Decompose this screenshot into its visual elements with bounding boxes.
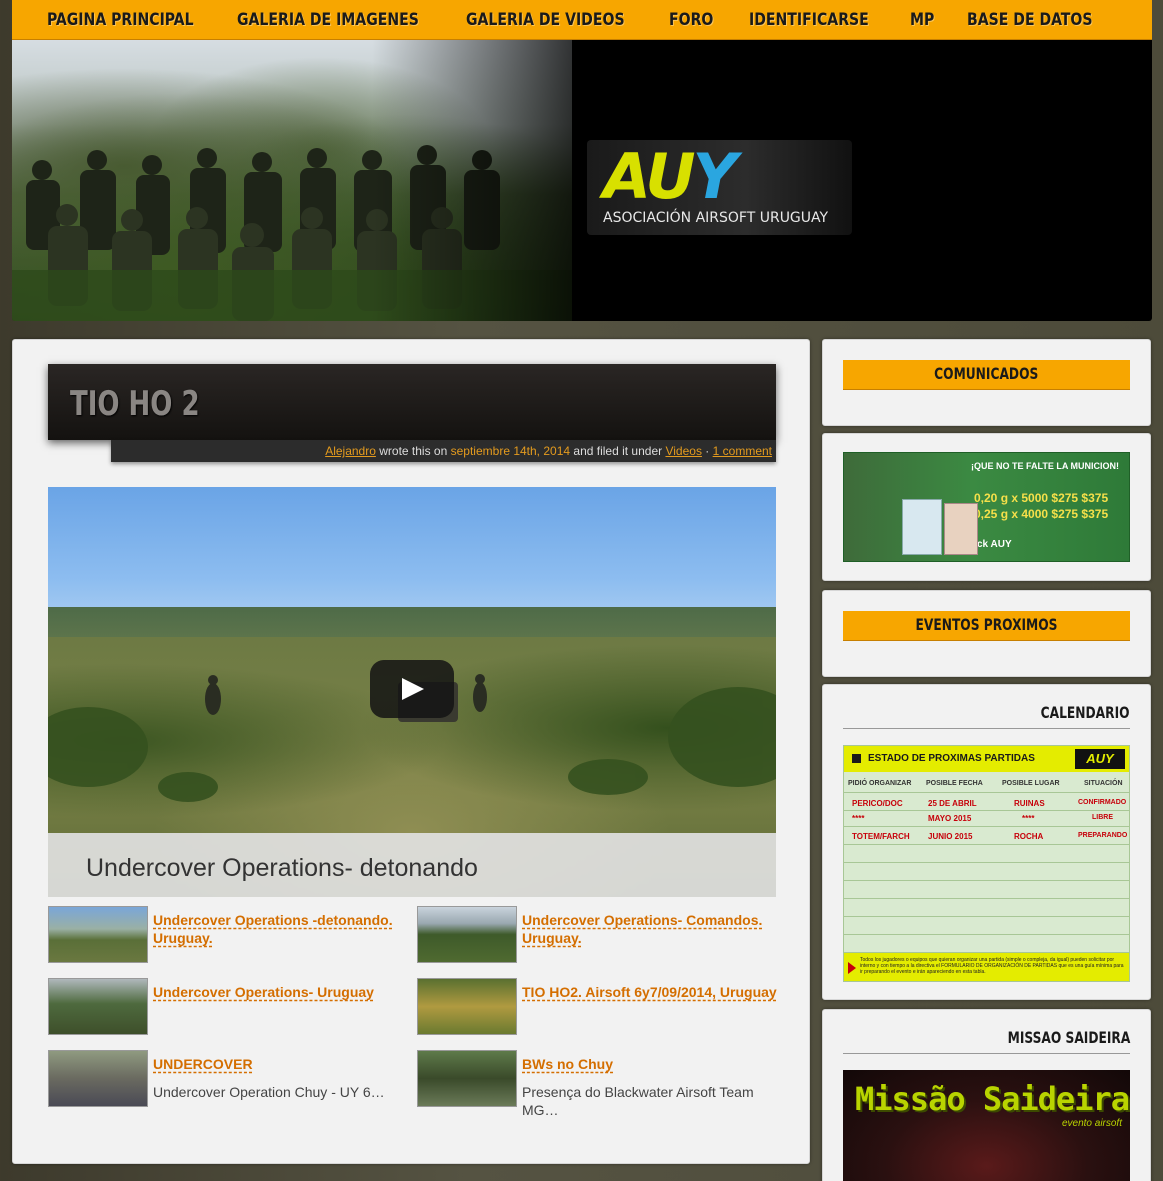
top-nav: PAGINA PRINCIPAL GALERIA DE IMAGENES GAL… (12, 0, 1152, 40)
widget-title-text: CALENDARIO (1041, 703, 1130, 722)
related-title[interactable]: UNDERCOVER (153, 1055, 408, 1073)
widget-title-text: MISSAO SAIDEIRA (1007, 1028, 1130, 1047)
related-video[interactable]: UNDERCOVER Undercover Operation Chuy - U… (48, 1050, 408, 1110)
related-title[interactable]: BWs no Chuy (522, 1055, 777, 1073)
widget-title: CALENDARIO (843, 699, 1130, 729)
related-thumbnail[interactable] (417, 906, 517, 963)
widget-title-text: EVENTOS PROXIMOS (915, 615, 1058, 634)
table-rule (844, 844, 1129, 845)
nav-base-de-datos[interactable]: BASE DE DATOS (967, 10, 1093, 30)
table-rule (844, 934, 1129, 935)
missao-title: Missão Saideira (855, 1080, 1130, 1118)
meta-filed-text: and filed it under (573, 444, 663, 458)
logo-au: AU (603, 140, 696, 213)
table-rule (844, 862, 1129, 863)
nav-pagina-principal[interactable]: PAGINA PRINCIPAL (47, 10, 194, 30)
related-thumbnail[interactable] (417, 978, 517, 1035)
nav-foro[interactable]: FORO (669, 10, 713, 30)
meta-separator: · (705, 444, 710, 458)
widget-comunicados: COMUNICADOS (822, 339, 1151, 426)
ad-headline: ¡QUE NO TE FALTE LA MUNICION! (971, 461, 1119, 471)
missao-subtitle: evento airsoft (1061, 1118, 1122, 1129)
calendar-cell: CONFIRMADO (1078, 799, 1127, 806)
table-rule (844, 792, 1129, 793)
play-icon[interactable] (370, 660, 454, 718)
widget-eventos: EVENTOS PROXIMOS (822, 590, 1151, 677)
auy-badge: AUY (1075, 749, 1125, 769)
ammo-bag-icon (902, 499, 942, 555)
post-title-box: TIO HO 2 (48, 364, 776, 440)
calendar-column-header: SITUACIÓN (1084, 780, 1123, 787)
related-title[interactable]: Undercover Operations -detonando. Urugua… (153, 911, 408, 947)
table-rule (844, 826, 1129, 827)
video-player[interactable]: Undercover Operations- detonando (48, 487, 776, 897)
related-thumbnail[interactable] (417, 1050, 517, 1107)
post-panel: TIO HO 2 Alejandro wrote this on septiem… (12, 339, 810, 1164)
related-video[interactable]: TIO HO2. Airsoft 6y7/09/2014, Uruguay (417, 978, 777, 1038)
table-rule (844, 898, 1129, 899)
widget-title: EVENTOS PROXIMOS (843, 611, 1130, 641)
widget-title: COMUNICADOS (843, 360, 1130, 390)
nav-mp[interactable]: MP (910, 10, 934, 30)
table-rule (844, 880, 1129, 881)
related-description: Presença do Blackwater Airsoft Team MG… (522, 1084, 754, 1118)
related-video[interactable]: Undercover Operations- Uruguay (48, 978, 408, 1038)
related-thumbnail[interactable] (48, 906, 148, 963)
ad-price-line: 0,20 g x 5000 $275 $375 (974, 491, 1109, 505)
post-meta: Alejandro wrote this on septiembre 14th,… (111, 440, 776, 462)
related-video[interactable]: BWs no Chuy Presença do Blackwater Airso… (417, 1050, 777, 1118)
header-banner: AUY ASOCIACIÓN AIRSOFT URUGUAY (12, 40, 1152, 321)
table-rule (844, 916, 1129, 917)
widget-title: MISSAO SAIDEIRA (843, 1024, 1130, 1054)
calendar-cell: ROCHA (1014, 832, 1044, 841)
nav-identificarse[interactable]: IDENTIFICARSE (749, 10, 869, 30)
missao-saideira-banner[interactable]: Missão Saideira evento airsoft (843, 1070, 1130, 1181)
calendar-column-header: PIDIÓ ORGANIZAR (848, 780, 912, 787)
category-link[interactable]: Videos (665, 444, 701, 458)
nav-galeria-videos[interactable]: GALERIA DE VIDEOS (466, 10, 625, 30)
related-title[interactable]: TIO HO2. Airsoft 6y7/09/2014, Uruguay (522, 983, 777, 1001)
calendar-cell: **** (1022, 814, 1035, 823)
related-video[interactable]: Undercover Operations- Comandos. Uruguay… (417, 906, 777, 966)
calendar-cell: RUINAS (1014, 799, 1045, 808)
logo-wordmark: AUY (603, 144, 737, 210)
calendar-footer: Todos los jugadores o equipos que quiera… (844, 953, 1129, 981)
related-thumbnail[interactable] (48, 1050, 148, 1107)
nav-galeria-imagenes[interactable]: GALERIA DE IMAGENES (237, 10, 419, 30)
video-caption: Undercover Operations- detonando (86, 854, 478, 882)
widget-title-text: COMUNICADOS (934, 364, 1039, 383)
comments-link[interactable]: 1 comment (713, 444, 772, 458)
calendar-column-header: POSIBLE LUGAR (1002, 780, 1060, 787)
calendar-cell: JUNIO 2015 (928, 832, 973, 841)
site-logo[interactable]: AUY ASOCIACIÓN AIRSOFT URUGUAY (587, 140, 852, 235)
ad-price-line: 0,25 g x 4000 $275 $375 (974, 507, 1109, 521)
calendar-column-header: POSIBLE FECHA (926, 780, 983, 787)
ammo-bag-icon (944, 503, 978, 555)
calendar-cell: PERICO/DOC (852, 799, 903, 808)
post-date: septiembre 14th, 2014 (450, 444, 571, 458)
widget-ad: ¡QUE NO TE FALTE LA MUNICION! 0,20 g x 5… (822, 433, 1151, 581)
meta-wrote-text: wrote this on (379, 444, 448, 458)
calendar-cell: 25 DE ABRIL (928, 799, 977, 808)
widget-missao: MISSAO SAIDEIRA Missão Saideira evento a… (822, 1009, 1151, 1181)
related-description: Undercover Operation Chuy - UY 6… (153, 1084, 385, 1100)
related-title[interactable]: Undercover Operations- Uruguay (153, 983, 408, 1001)
post-title: TIO HO 2 (70, 384, 200, 424)
calendar-cell: MAYO 2015 (928, 814, 972, 823)
related-thumbnail[interactable] (48, 978, 148, 1035)
calendar-table[interactable]: ESTADO DE PROXIMAS PARTIDAS AUY PIDIÓ OR… (843, 745, 1130, 982)
calendar-cell: PREPARANDO (1078, 832, 1128, 839)
calendar-cell: LIBRE (1092, 814, 1113, 821)
calendar-cell: **** (852, 814, 865, 823)
author-link[interactable]: Alejandro (325, 444, 376, 458)
related-video[interactable]: Undercover Operations -detonando. Urugua… (48, 906, 408, 966)
calendar-cell: TOTEM/FARCH (852, 832, 910, 841)
ammo-ad-banner[interactable]: ¡QUE NO TE FALTE LA MUNICION! 0,20 g x 5… (843, 452, 1130, 562)
logo-subtitle: ASOCIACIÓN AIRSOFT URUGUAY (603, 210, 829, 226)
logo-y: Y (692, 140, 738, 213)
widget-calendario: CALENDARIO ESTADO DE PROXIMAS PARTIDAS A… (822, 684, 1151, 1000)
table-rule (844, 810, 1129, 811)
related-title[interactable]: Undercover Operations- Comandos. Uruguay… (522, 911, 777, 947)
